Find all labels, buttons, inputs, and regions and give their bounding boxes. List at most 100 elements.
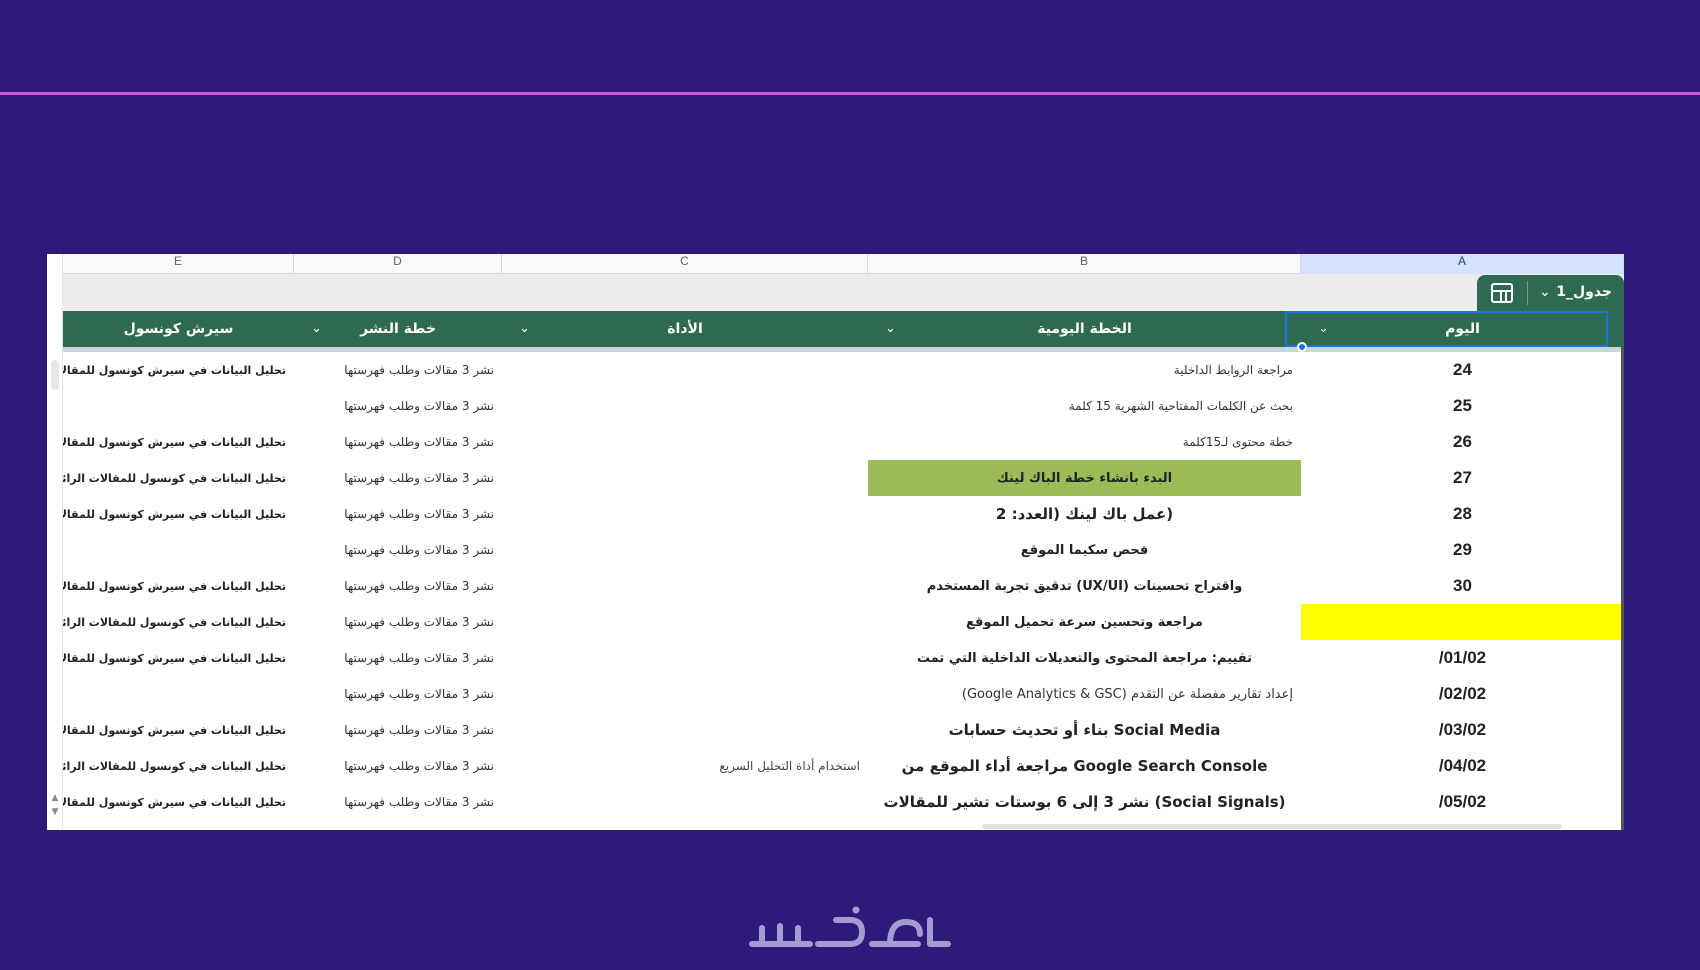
scrollbar-thumb[interactable]: [51, 360, 59, 390]
cell-daily-plan[interactable]: تقييم: مراجعة المحتوى والتعديلات الداخلي…: [868, 640, 1301, 676]
header-cell-a[interactable]: اليوم: [1301, 311, 1624, 347]
cell-publishing-plan[interactable]: نشر 3 مقالات وطلب فهرستها: [294, 496, 502, 532]
cell-search-console[interactable]: [63, 532, 294, 568]
cell-day[interactable]: 02/02/: [1301, 676, 1624, 712]
cell-day[interactable]: 24: [1301, 352, 1624, 388]
cell-search-console[interactable]: تحليل البيانات في سيرش كونسول للمقالات: [63, 784, 294, 820]
cell-search-console[interactable]: تحليل البيانات في كونسول للمقالات الرائج…: [63, 748, 294, 784]
cell-publishing-plan[interactable]: نشر 3 مقالات وطلب فهرستها: [294, 424, 502, 460]
table-header-row: سيرش كونسول ⌄ خطة النشر ⌄ الأداة ⌄ الخطة…: [63, 311, 1624, 347]
cell-publishing-plan[interactable]: نشر 3 مقالات وطلب فهرستها: [294, 676, 502, 712]
cell-tool[interactable]: [502, 532, 868, 568]
cell-daily-plan[interactable]: البدء بانشاء خطة الباك لينك: [868, 460, 1301, 496]
header-cell-e[interactable]: سيرش كونسول: [63, 311, 294, 347]
cell-daily-plan[interactable]: مراجعة وتحسين سرعة تحميل الموقع: [868, 604, 1301, 640]
table-grid-icon[interactable]: [1491, 283, 1513, 303]
cell-search-console[interactable]: [63, 388, 294, 424]
selection-drag-handle[interactable]: [1297, 342, 1307, 352]
cell-daily-plan[interactable]: (Social Signals) نشر 3 إلى 6 بوستات تشير…: [868, 784, 1301, 820]
table-row: نشر 3 مقالات وطلب فهرستها إعداد تقارير م…: [63, 676, 1624, 712]
cell-day[interactable]: 01/02/: [1301, 640, 1624, 676]
cell-tool[interactable]: [502, 496, 868, 532]
cell-day[interactable]: 27: [1301, 460, 1624, 496]
cell-daily-plan[interactable]: إعداد تقارير مفصلة عن التقدم (Google Ana…: [868, 676, 1301, 712]
khamsat-logo-icon: [749, 906, 951, 947]
cell-tool[interactable]: استخدام أداة التحليل السريع: [502, 748, 868, 784]
cell-tool[interactable]: [502, 460, 868, 496]
cell-publishing-plan[interactable]: نشر 3 مقالات وطلب فهرستها: [294, 784, 502, 820]
cell-daily-plan[interactable]: واقتراح تحسينات (UX/UI) تدقيق تجربة المس…: [868, 568, 1301, 604]
cell-day[interactable]: 26: [1301, 424, 1624, 460]
cell-day[interactable]: 03/02/: [1301, 712, 1624, 748]
cell-publishing-plan[interactable]: نشر 3 مقالات وطلب فهرستها: [294, 388, 502, 424]
cell-tool[interactable]: [502, 712, 868, 748]
header-cell-c[interactable]: الأداة: [502, 311, 868, 347]
cell-search-console[interactable]: تحليل البيانات في سيرش كونسول للمقالات: [63, 568, 294, 604]
cell-day[interactable]: 30: [1301, 568, 1624, 604]
cell-daily-plan[interactable]: مراجعة الروابط الداخلية: [868, 352, 1301, 388]
cell-daily-plan[interactable]: بحث عن الكلمات المفتاحية الشهرية 15 كلمة: [868, 388, 1301, 424]
spreadsheet: ▲ ▼ E D C B A ⌄ جدول_1 سيرش كونسول ⌄ خطة…: [47, 254, 1624, 830]
scroll-down-icon[interactable]: ▼: [49, 806, 61, 818]
cell-day[interactable]: 05/02/: [1301, 784, 1624, 820]
column-letter-row: E D C B A: [63, 254, 1624, 274]
table-row: تحليل البيانات في سيرش كونسول للمقالات ن…: [63, 712, 1624, 748]
header-cell-b[interactable]: الخطة اليومية: [868, 311, 1301, 347]
cell-tool[interactable]: [502, 676, 868, 712]
column-header-c[interactable]: C: [502, 254, 868, 274]
cell-tool[interactable]: [502, 640, 868, 676]
cell-publishing-plan[interactable]: نشر 3 مقالات وطلب فهرستها: [294, 532, 502, 568]
table-row: تحليل البيانات في سيرش كونسول للمقالات ن…: [63, 784, 1624, 820]
cell-tool[interactable]: [502, 784, 868, 820]
cell-daily-plan[interactable]: فحص سكيما الموقع: [868, 532, 1301, 568]
cell-search-console[interactable]: تحليل البيانات في سيرش كونسول للمقالات: [63, 496, 294, 532]
cell-publishing-plan[interactable]: نشر 3 مقالات وطلب فهرستها: [294, 640, 502, 676]
column-header-a[interactable]: A: [1301, 254, 1624, 274]
table-row: تحليل البيانات في سيرش كونسول للمقالات ن…: [63, 496, 1624, 532]
header-cell-d[interactable]: خطة النشر: [294, 311, 502, 347]
cell-tool[interactable]: [502, 424, 868, 460]
chevron-down-icon[interactable]: ⌄: [1539, 284, 1551, 300]
cell-search-console[interactable]: تحليل البيانات في كونسول للمقالات الرائج…: [63, 460, 294, 496]
cell-search-console[interactable]: [63, 676, 294, 712]
cell-publishing-plan[interactable]: نشر 3 مقالات وطلب فهرستها: [294, 712, 502, 748]
cell-day[interactable]: [1301, 604, 1624, 640]
cell-search-console[interactable]: تحليل البيانات في كونسول للمقالات الرائج…: [63, 604, 294, 640]
cell-day[interactable]: 29: [1301, 532, 1624, 568]
header-label-day: اليوم: [1445, 321, 1480, 337]
table-row: تحليل البيانات في سيرش كونسول للمقالات ن…: [63, 424, 1624, 460]
column-header-b[interactable]: B: [868, 254, 1301, 274]
cell-publishing-plan[interactable]: نشر 3 مقالات وطلب فهرستها: [294, 604, 502, 640]
table-name-tab[interactable]: ⌄ جدول_1: [1477, 275, 1624, 311]
cell-day[interactable]: 04/02/: [1301, 748, 1624, 784]
horizontal-scrollbar[interactable]: [982, 824, 1562, 829]
cell-daily-plan[interactable]: (عمل باك لينك (العدد: 2: [868, 496, 1301, 532]
cell-tool[interactable]: [502, 604, 868, 640]
cell-tool[interactable]: [502, 352, 868, 388]
header-label-tool: الأداة: [667, 321, 703, 337]
cell-search-console[interactable]: تحليل البيانات في سيرش كونسول للمقالات: [63, 640, 294, 676]
cell-day[interactable]: 25: [1301, 388, 1624, 424]
accent-divider-line: [0, 92, 1700, 95]
cell-search-console[interactable]: تحليل البيانات في سيرش كونسول للمقالات: [63, 424, 294, 460]
cell-tool[interactable]: [502, 388, 868, 424]
vertical-scrollbar[interactable]: ▲ ▼: [47, 254, 63, 830]
scroll-up-icon[interactable]: ▲: [49, 792, 61, 804]
cell-publishing-plan[interactable]: نشر 3 مقالات وطلب فهرستها: [294, 460, 502, 496]
cell-daily-plan[interactable]: Google Search Console مراجعة أداء الموقع…: [868, 748, 1301, 784]
cell-publishing-plan[interactable]: نشر 3 مقالات وطلب فهرستها: [294, 568, 502, 604]
cell-day[interactable]: 28: [1301, 496, 1624, 532]
cell-publishing-plan[interactable]: نشر 3 مقالات وطلب فهرستها: [294, 352, 502, 388]
cell-daily-plan[interactable]: خطة محتوى لـ15كلمة: [868, 424, 1301, 460]
column-header-d[interactable]: D: [294, 254, 502, 274]
cell-daily-plan[interactable]: Social Media بناء أو تحديث حسابات: [868, 712, 1301, 748]
table-row: تحليل البيانات في كونسول للمقالات الرائج…: [63, 604, 1624, 640]
cell-tool[interactable]: [502, 568, 868, 604]
cell-search-console[interactable]: تحليل البيانات في سيرش كونسول للمقالات: [63, 712, 294, 748]
column-header-e[interactable]: E: [63, 254, 294, 274]
cell-publishing-plan[interactable]: نشر 3 مقالات وطلب فهرستها: [294, 748, 502, 784]
table-name-label[interactable]: جدول_1: [1556, 284, 1612, 300]
table-row: تحليل البيانات في كونسول للمقالات الرائج…: [63, 748, 1624, 784]
header-label-search-console: سيرش كونسول: [123, 321, 234, 337]
cell-search-console[interactable]: تحليل البيانات في سيرش كونسول للمقالات: [63, 352, 294, 388]
